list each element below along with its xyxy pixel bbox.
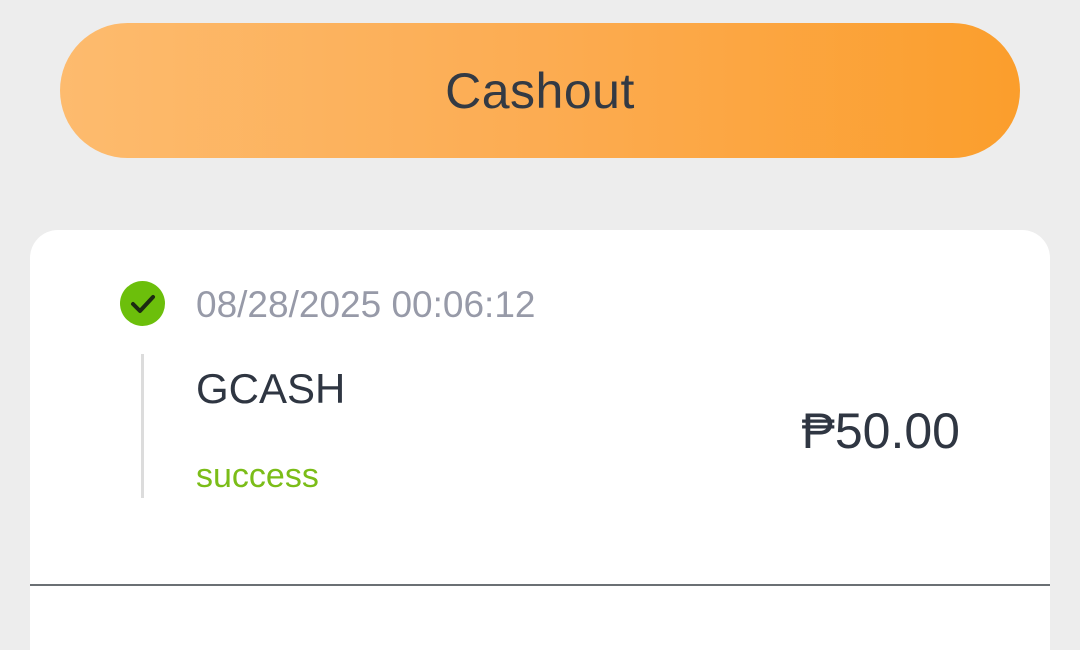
timeline-line (141, 354, 144, 498)
divider (30, 584, 1050, 586)
transaction-timestamp: 08/28/2025 00:06:12 (196, 284, 536, 325)
transaction-amount: ₱50.00 (801, 403, 960, 459)
payment-channel: GCASH (196, 365, 346, 412)
transaction-card[interactable]: 08/28/2025 00:06:12 GCASH success ₱50.00 (30, 230, 1050, 650)
cashout-button-label: Cashout (445, 62, 635, 119)
check-circle-icon (120, 281, 165, 326)
checkmark-icon (130, 294, 155, 313)
transaction-status: success (196, 457, 319, 495)
cashout-button[interactable]: Cashout (60, 23, 1020, 158)
